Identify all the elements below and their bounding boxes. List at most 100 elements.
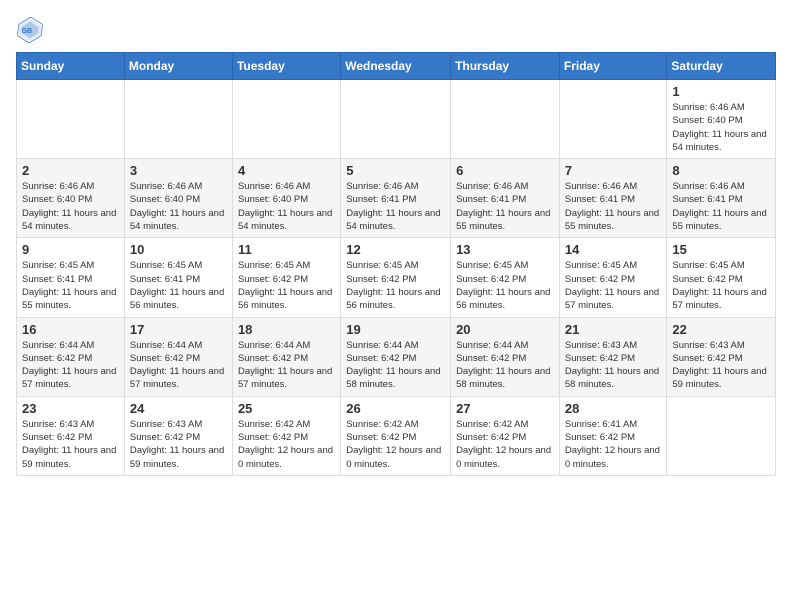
day-cell: 23 Sunrise: 6:43 AM Sunset: 6:42 PM Dayli… <box>17 396 125 475</box>
day-cell <box>451 80 560 159</box>
day-cell: 14 Sunrise: 6:45 AM Sunset: 6:42 PM Dayli… <box>559 238 667 317</box>
day-number: 23 <box>22 401 119 416</box>
day-number: 14 <box>565 242 662 257</box>
day-cell: 3Sunrise: 6:46 AM Sunset: 6:40 PM Daylig… <box>124 159 232 238</box>
day-number: 4 <box>238 163 335 178</box>
day-cell: 16 Sunrise: 6:44 AM Sunset: 6:42 PM Dayli… <box>17 317 125 396</box>
day-cell: 24 Sunrise: 6:43 AM Sunset: 6:42 PM Dayli… <box>124 396 232 475</box>
day-cell: 10 Sunrise: 6:45 AM Sunset: 6:41 PM Dayli… <box>124 238 232 317</box>
day-info: Sunrise: 6:45 AM Sunset: 6:42 PM Dayligh… <box>456 259 554 312</box>
day-number: 18 <box>238 322 335 337</box>
day-number: 9 <box>22 242 119 257</box>
calendar-body: 1 Sunrise: 6:46 AM Sunset: 6:40 PM Daylig… <box>17 80 776 476</box>
day-number: 7 <box>565 163 662 178</box>
svg-text:GB: GB <box>22 28 32 35</box>
day-cell: 28 Sunrise: 6:41 AM Sunset: 6:42 PM Dayli… <box>559 396 667 475</box>
day-cell: 26 Sunrise: 6:42 AM Sunset: 6:42 PM Dayli… <box>341 396 451 475</box>
day-info: Sunrise: 6:46 AM Sunset: 6:40 PM Dayligh… <box>22 180 119 233</box>
week-row-3: 9 Sunrise: 6:45 AM Sunset: 6:41 PM Daylig… <box>17 238 776 317</box>
day-cell <box>559 80 667 159</box>
header-cell-sunday: Sunday <box>17 53 125 80</box>
day-cell: 19 Sunrise: 6:44 AM Sunset: 6:42 PM Dayli… <box>341 317 451 396</box>
calendar-table: SundayMondayTuesdayWednesdayThursdayFrid… <box>16 52 776 476</box>
day-number: 2 <box>22 163 119 178</box>
day-number: 5 <box>346 163 445 178</box>
day-info: Sunrise: 6:44 AM Sunset: 6:42 PM Dayligh… <box>346 339 445 392</box>
day-number: 17 <box>130 322 227 337</box>
day-number: 16 <box>22 322 119 337</box>
day-info: Sunrise: 6:41 AM Sunset: 6:42 PM Dayligh… <box>565 418 662 471</box>
day-number: 11 <box>238 242 335 257</box>
header: GB <box>16 16 776 44</box>
day-info: Sunrise: 6:46 AM Sunset: 6:41 PM Dayligh… <box>456 180 554 233</box>
day-number: 24 <box>130 401 227 416</box>
day-cell <box>17 80 125 159</box>
week-row-5: 23 Sunrise: 6:43 AM Sunset: 6:42 PM Dayli… <box>17 396 776 475</box>
day-cell: 9Sunrise: 6:45 AM Sunset: 6:41 PM Daylig… <box>17 238 125 317</box>
day-info: Sunrise: 6:46 AM Sunset: 6:41 PM Dayligh… <box>346 180 445 233</box>
day-info: Sunrise: 6:45 AM Sunset: 6:42 PM Dayligh… <box>346 259 445 312</box>
day-info: Sunrise: 6:44 AM Sunset: 6:42 PM Dayligh… <box>22 339 119 392</box>
day-info: Sunrise: 6:43 AM Sunset: 6:42 PM Dayligh… <box>130 418 227 471</box>
day-cell <box>341 80 451 159</box>
day-info: Sunrise: 6:46 AM Sunset: 6:40 PM Dayligh… <box>672 101 770 154</box>
calendar-header-row: SundayMondayTuesdayWednesdayThursdayFrid… <box>17 53 776 80</box>
day-cell: 11Sunrise: 6:45 AM Sunset: 6:42 PM Dayli… <box>232 238 340 317</box>
header-cell-friday: Friday <box>559 53 667 80</box>
day-number: 15 <box>672 242 770 257</box>
day-info: Sunrise: 6:45 AM Sunset: 6:41 PM Dayligh… <box>130 259 227 312</box>
day-number: 27 <box>456 401 554 416</box>
day-cell: 18Sunrise: 6:44 AM Sunset: 6:42 PM Dayli… <box>232 317 340 396</box>
day-info: Sunrise: 6:43 AM Sunset: 6:42 PM Dayligh… <box>22 418 119 471</box>
day-info: Sunrise: 6:45 AM Sunset: 6:42 PM Dayligh… <box>672 259 770 312</box>
day-cell: 17 Sunrise: 6:44 AM Sunset: 6:42 PM Dayli… <box>124 317 232 396</box>
day-number: 1 <box>672 84 770 99</box>
day-number: 6 <box>456 163 554 178</box>
day-cell: 15 Sunrise: 6:45 AM Sunset: 6:42 PM Dayli… <box>667 238 776 317</box>
day-cell: 8 Sunrise: 6:46 AM Sunset: 6:41 PM Daylig… <box>667 159 776 238</box>
day-cell: 7 Sunrise: 6:46 AM Sunset: 6:41 PM Daylig… <box>559 159 667 238</box>
day-number: 10 <box>130 242 227 257</box>
day-number: 28 <box>565 401 662 416</box>
day-number: 19 <box>346 322 445 337</box>
day-number: 26 <box>346 401 445 416</box>
day-number: 12 <box>346 242 445 257</box>
day-cell: 13 Sunrise: 6:45 AM Sunset: 6:42 PM Dayli… <box>451 238 560 317</box>
day-info: Sunrise: 6:42 AM Sunset: 6:42 PM Dayligh… <box>238 418 335 471</box>
day-info: Sunrise: 6:42 AM Sunset: 6:42 PM Dayligh… <box>346 418 445 471</box>
day-cell: 6 Sunrise: 6:46 AM Sunset: 6:41 PM Daylig… <box>451 159 560 238</box>
day-number: 22 <box>672 322 770 337</box>
header-cell-tuesday: Tuesday <box>232 53 340 80</box>
logo-icon: GB <box>16 16 44 44</box>
week-row-1: 1 Sunrise: 6:46 AM Sunset: 6:40 PM Daylig… <box>17 80 776 159</box>
day-info: Sunrise: 6:45 AM Sunset: 6:42 PM Dayligh… <box>565 259 662 312</box>
logo: GB <box>16 16 48 44</box>
day-info: Sunrise: 6:46 AM Sunset: 6:41 PM Dayligh… <box>672 180 770 233</box>
day-info: Sunrise: 6:44 AM Sunset: 6:42 PM Dayligh… <box>456 339 554 392</box>
header-cell-monday: Monday <box>124 53 232 80</box>
day-info: Sunrise: 6:42 AM Sunset: 6:42 PM Dayligh… <box>456 418 554 471</box>
header-cell-wednesday: Wednesday <box>341 53 451 80</box>
day-info: Sunrise: 6:43 AM Sunset: 6:42 PM Dayligh… <box>565 339 662 392</box>
day-number: 8 <box>672 163 770 178</box>
day-cell: 12 Sunrise: 6:45 AM Sunset: 6:42 PM Dayli… <box>341 238 451 317</box>
day-info: Sunrise: 6:44 AM Sunset: 6:42 PM Dayligh… <box>130 339 227 392</box>
day-cell <box>124 80 232 159</box>
week-row-2: 2 Sunrise: 6:46 AM Sunset: 6:40 PM Daylig… <box>17 159 776 238</box>
header-cell-thursday: Thursday <box>451 53 560 80</box>
day-cell: 21 Sunrise: 6:43 AM Sunset: 6:42 PM Dayli… <box>559 317 667 396</box>
day-cell: 4 Sunrise: 6:46 AM Sunset: 6:40 PM Daylig… <box>232 159 340 238</box>
day-cell: 2 Sunrise: 6:46 AM Sunset: 6:40 PM Daylig… <box>17 159 125 238</box>
day-cell: 22 Sunrise: 6:43 AM Sunset: 6:42 PM Dayli… <box>667 317 776 396</box>
day-info: Sunrise: 6:43 AM Sunset: 6:42 PM Dayligh… <box>672 339 770 392</box>
day-number: 20 <box>456 322 554 337</box>
week-row-4: 16 Sunrise: 6:44 AM Sunset: 6:42 PM Dayli… <box>17 317 776 396</box>
day-cell: 5 Sunrise: 6:46 AM Sunset: 6:41 PM Daylig… <box>341 159 451 238</box>
day-number: 25 <box>238 401 335 416</box>
day-cell: 20 Sunrise: 6:44 AM Sunset: 6:42 PM Dayli… <box>451 317 560 396</box>
day-info: Sunrise: 6:46 AM Sunset: 6:41 PM Dayligh… <box>565 180 662 233</box>
day-info: Sunrise: 6:46 AM Sunset: 6:40 PM Dayligh… <box>238 180 335 233</box>
day-cell <box>232 80 340 159</box>
day-number: 13 <box>456 242 554 257</box>
day-number: 21 <box>565 322 662 337</box>
